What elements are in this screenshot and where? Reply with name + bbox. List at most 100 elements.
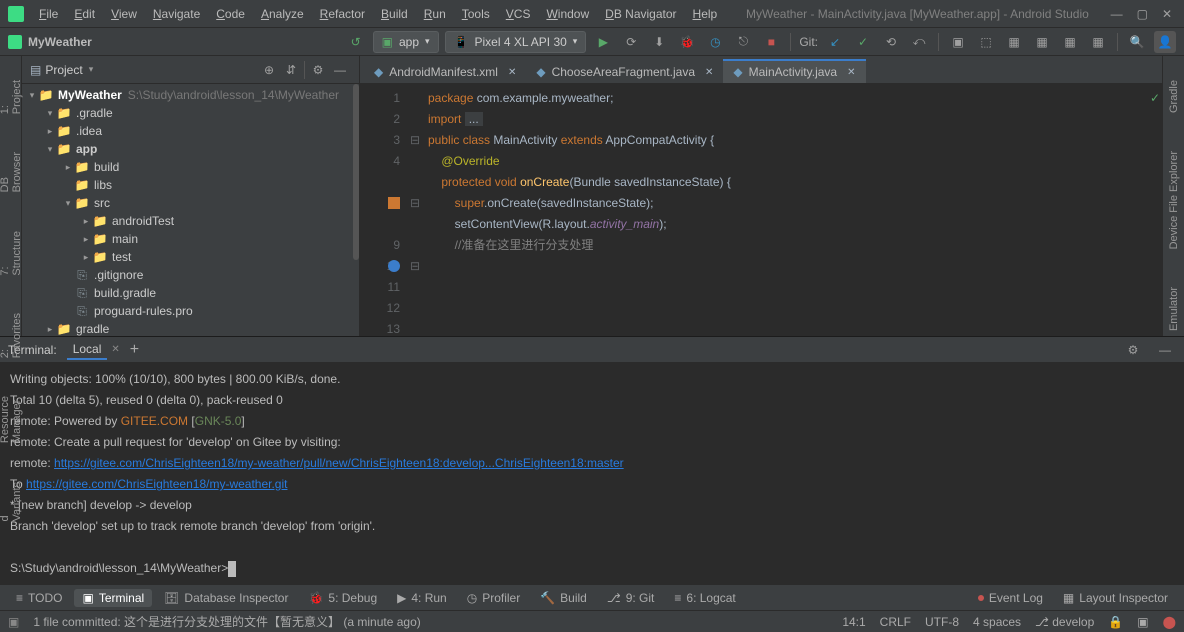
stop-icon[interactable]: ■	[760, 31, 782, 53]
bottom-layout-inspector[interactable]: ▦Layout Inspector	[1055, 589, 1176, 607]
status-warn-icon[interactable]: ⬤	[1163, 615, 1176, 629]
tree-item-test[interactable]: ▸📁test	[22, 248, 359, 266]
menu-db navigator[interactable]: DB Navigator	[598, 3, 683, 25]
add-tab-icon[interactable]: +	[130, 341, 139, 359]
status-icon2[interactable]: ▣	[1137, 615, 1148, 629]
git-commit-icon[interactable]: ✓	[852, 31, 874, 53]
menu-refactor[interactable]: Refactor	[313, 3, 372, 25]
close-tab-icon[interactable]: ✕	[847, 67, 855, 78]
git-branch[interactable]: ⎇ develop	[1035, 615, 1094, 629]
tree-item-androidTest[interactable]: ▸📁androidTest	[22, 212, 359, 230]
expand-icon[interactable]: ⇵	[280, 59, 302, 81]
tab-MainActivity.java[interactable]: ◆MainActivity.java✕	[723, 59, 865, 83]
icon-1[interactable]: ▦	[1003, 31, 1025, 53]
icon-3[interactable]: ▦	[1059, 31, 1081, 53]
tree-item-libs[interactable]: 📁libs	[22, 176, 359, 194]
tree-item-build[interactable]: ▸📁build	[22, 158, 359, 176]
settings-icon[interactable]: ⚙	[307, 59, 329, 81]
scrollbar[interactable]	[353, 84, 359, 260]
tree-item-gradle[interactable]: ▸📁gradle	[22, 320, 359, 336]
menu-window[interactable]: Window	[539, 3, 596, 25]
search-icon[interactable]: 🔍	[1126, 31, 1148, 53]
project-tree[interactable]: ▾📁MyWeatherS:\Study\android\lesson_14\My…	[22, 84, 359, 336]
left-tool-3[interactable]: 2: Favorites	[0, 309, 23, 362]
source-code[interactable]: package com.example.myweather;import ...…	[422, 84, 731, 336]
breadcrumb[interactable]: MyWeather	[8, 35, 92, 49]
left-tool-5[interactable]: d Variants	[0, 478, 23, 526]
apply-changes-icon[interactable]: ⟳	[620, 31, 642, 53]
menu-navigate[interactable]: Navigate	[146, 3, 207, 25]
tab-ChooseAreaFragment.java[interactable]: ◆ChooseAreaFragment.java✕	[526, 59, 723, 83]
bottom-logcat[interactable]: ≡6: Logcat	[666, 589, 743, 607]
sync-icon[interactable]: ↺	[345, 31, 367, 53]
menu-file[interactable]: File	[32, 3, 65, 25]
terminal-hide-icon[interactable]: —	[1154, 339, 1176, 361]
select-opened-icon[interactable]: ⊕	[258, 59, 280, 81]
menu-run[interactable]: Run	[417, 3, 453, 25]
tab-AndroidManifest.xml[interactable]: ◆AndroidManifest.xml✕	[364, 59, 526, 83]
menu-tools[interactable]: Tools	[455, 3, 497, 25]
left-tool-1[interactable]: DB Browser	[0, 148, 23, 196]
bottom-git[interactable]: ⎇9: Git	[599, 589, 663, 607]
right-tool-0[interactable]: Gradle	[1168, 76, 1180, 117]
git-rollback-icon[interactable]: ⤺	[908, 31, 930, 53]
tree-item-.idea[interactable]: ▸📁.idea	[22, 122, 359, 140]
icon-4[interactable]: ▦	[1087, 31, 1109, 53]
tree-item-build.gradle[interactable]: ⎘build.gradle	[22, 284, 359, 302]
maximize-button[interactable]: ▢	[1137, 7, 1148, 21]
hide-icon[interactable]: —	[329, 59, 351, 81]
tree-item-.gitignore[interactable]: ⎘.gitignore	[22, 266, 359, 284]
debug-icon[interactable]: ⬇	[648, 31, 670, 53]
close-button[interactable]: ✕	[1162, 7, 1172, 21]
left-tool-4[interactable]: Resource Manager	[0, 392, 23, 447]
encoding[interactable]: UTF-8	[925, 615, 959, 629]
attach-icon[interactable]: ⎋	[732, 31, 754, 53]
tree-item-proguard-rules.pro[interactable]: ⎘proguard-rules.pro	[22, 302, 359, 320]
terminal-body[interactable]: Writing objects: 100% (10/10), 800 bytes…	[0, 363, 1184, 584]
indent[interactable]: 4 spaces	[973, 615, 1021, 629]
left-tool-2[interactable]: 7: Structure	[0, 227, 23, 280]
menu-vcs[interactable]: VCS	[499, 3, 538, 25]
terminal-settings-icon[interactable]: ⚙	[1122, 339, 1144, 361]
bottom-profiler[interactable]: ◷Profiler	[459, 589, 529, 607]
bottom-debug[interactable]: 🐞5: Debug	[300, 589, 385, 607]
menu-build[interactable]: Build	[374, 3, 415, 25]
right-tool-1[interactable]: Device File Explorer	[1168, 147, 1180, 253]
run-config-combo[interactable]: ▣app▾	[373, 31, 439, 53]
debug-button[interactable]: 🐞	[676, 31, 698, 53]
bottom-terminal[interactable]: ▣Terminal	[74, 589, 152, 607]
menu-view[interactable]: View	[104, 3, 144, 25]
bottom-run[interactable]: ▶4: Run	[389, 589, 455, 607]
git-update-icon[interactable]: ↙	[824, 31, 846, 53]
menu-code[interactable]: Code	[209, 3, 252, 25]
tree-root[interactable]: ▾📁MyWeatherS:\Study\android\lesson_14\My…	[22, 86, 359, 104]
bottom-database inspector[interactable]: 🗄Database Inspector	[156, 589, 296, 607]
run-button[interactable]: ▶	[592, 31, 614, 53]
menu-edit[interactable]: Edit	[67, 3, 102, 25]
close-tab-icon[interactable]: ✕	[705, 67, 713, 78]
profiler-icon[interactable]: ◷	[704, 31, 726, 53]
git-history-icon[interactable]: ⟲	[880, 31, 902, 53]
tree-item-app[interactable]: ▾📁app	[22, 140, 359, 158]
fold-gutter[interactable]: ⊟⊟⊟	[408, 84, 422, 336]
line-ending[interactable]: CRLF	[880, 615, 911, 629]
bottom-event-log[interactable]: Event Log	[970, 589, 1051, 607]
menu-analyze[interactable]: Analyze	[254, 3, 311, 25]
tree-item-.gradle[interactable]: ▾📁.gradle	[22, 104, 359, 122]
close-tab-icon[interactable]: ✕	[111, 344, 119, 355]
bottom-build[interactable]: 🔨Build	[532, 589, 595, 607]
editor-scrollbar[interactable]: ✓	[1150, 84, 1162, 336]
left-tool-0[interactable]: 1: Project	[0, 76, 23, 118]
right-tool-2[interactable]: Emulator	[1168, 283, 1180, 335]
tree-item-src[interactable]: ▾📁src	[22, 194, 359, 212]
sdk-icon[interactable]: ⬚	[975, 31, 997, 53]
bottom-todo[interactable]: ≡TODO	[8, 589, 70, 607]
minimize-button[interactable]: —	[1111, 7, 1123, 21]
tree-item-main[interactable]: ▸📁main	[22, 230, 359, 248]
avd-icon[interactable]: ▣	[947, 31, 969, 53]
project-title[interactable]: Project	[45, 63, 82, 77]
code-editor[interactable]: 1234791011121314 ⊟⊟⊟ package com.example…	[360, 84, 1162, 336]
close-tab-icon[interactable]: ✕	[508, 67, 516, 78]
menu-help[interactable]: Help	[686, 3, 725, 25]
status-icon[interactable]: 🔒	[1108, 615, 1123, 629]
